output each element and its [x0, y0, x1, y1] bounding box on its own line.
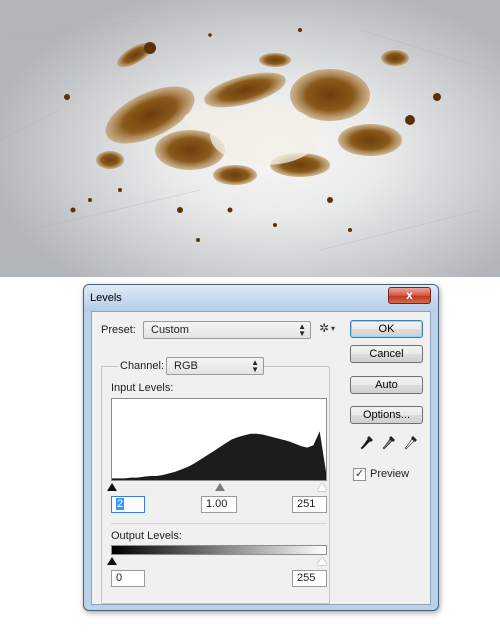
histogram-area [112, 431, 326, 480]
input-black-value: 2 [116, 498, 125, 510]
input-levels-label: Input Levels: [111, 382, 174, 394]
select-arrows-icon: ▲ ▼ [298, 322, 306, 338]
separator [111, 523, 327, 524]
input-white-value: 251 [297, 498, 316, 510]
gear-icon[interactable]: ✲ [319, 321, 329, 335]
input-slider[interactable] [107, 482, 327, 492]
input-gamma-handle[interactable] [215, 483, 225, 491]
output-white-field[interactable]: 255 [292, 570, 327, 587]
preset-value: Custom [151, 324, 189, 336]
input-black-field[interactable]: 2 [111, 496, 145, 513]
output-white-value: 255 [297, 572, 316, 584]
dialog-body: Preset: Custom ▲ ▼ ✲ ▾ Channel: RGB ▲ ▼ In… [91, 311, 431, 605]
select-arrows-icon: ▲ ▼ [251, 358, 259, 374]
channel-select[interactable]: RGB ▲ ▼ [166, 357, 264, 375]
channel-value: RGB [174, 360, 198, 372]
output-levels-label: Output Levels: [111, 530, 182, 542]
menu-arrow-icon: ▾ [331, 324, 336, 333]
gray-point-eyedropper-icon[interactable] [382, 435, 396, 451]
preset-select[interactable]: Custom ▲ ▼ [143, 321, 311, 339]
cancel-button[interactable]: Cancel [350, 345, 423, 363]
rust-splatter-image [0, 19, 491, 251]
histogram [111, 398, 327, 481]
close-icon: x [406, 288, 413, 302]
check-icon: ✓ [354, 468, 365, 480]
output-gradient-bar [111, 545, 327, 555]
canvas-photo [0, 0, 500, 277]
titlebar[interactable]: Levels x [84, 285, 438, 311]
input-gamma-field[interactable]: 1.00 [201, 496, 237, 513]
preview-label: Preview [370, 468, 410, 480]
input-gamma-value: 1.00 [206, 498, 228, 510]
histogram-plot [112, 431, 326, 480]
output-white-handle[interactable] [317, 557, 327, 565]
auto-button[interactable]: Auto [350, 376, 423, 394]
output-black-value: 0 [116, 572, 123, 584]
black-point-eyedropper-icon[interactable] [360, 435, 374, 451]
white-point-eyedropper-icon[interactable] [404, 435, 418, 451]
dialog-title: Levels [90, 292, 122, 304]
options-button[interactable]: Options... [350, 406, 423, 424]
output-black-handle[interactable] [107, 557, 117, 565]
preset-label: Preset: [101, 324, 136, 336]
close-button[interactable]: x [388, 287, 431, 304]
channel-label: Channel: [118, 360, 167, 372]
input-black-handle[interactable] [107, 483, 117, 491]
input-white-handle[interactable] [317, 483, 327, 491]
output-slider[interactable] [107, 556, 327, 566]
preview-checkbox[interactable]: ✓ [353, 468, 366, 481]
output-black-field[interactable]: 0 [111, 570, 145, 587]
ok-button[interactable]: OK [350, 320, 423, 338]
input-white-field[interactable]: 251 [292, 496, 327, 513]
levels-dialog: Levels x Preset: Custom ▲ ▼ ✲ ▾ Channel: … [83, 284, 439, 611]
